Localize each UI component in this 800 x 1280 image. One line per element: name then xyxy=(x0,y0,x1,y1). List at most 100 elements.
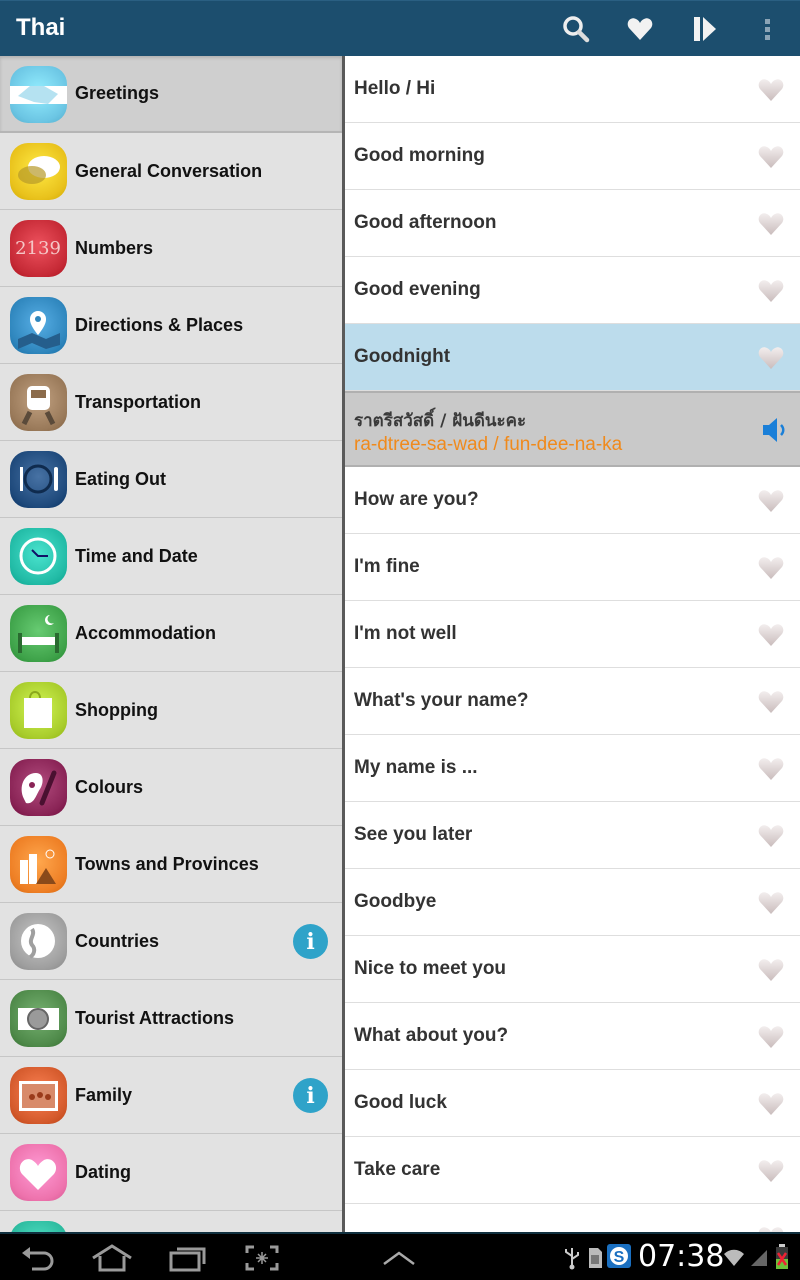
train-icon xyxy=(10,374,67,431)
s-app-icon: S xyxy=(607,1244,631,1273)
category-item[interactable]: Transportation xyxy=(0,364,342,441)
category-item[interactable]: Tourist Attractions xyxy=(0,980,342,1057)
info-icon[interactable]: i xyxy=(293,924,328,959)
sd-card-icon xyxy=(587,1246,603,1275)
phrase-item[interactable]: Good afternoon xyxy=(345,190,800,257)
category-item[interactable] xyxy=(0,1211,342,1232)
phrase-item[interactable]: See you later xyxy=(345,802,800,869)
category-item[interactable]: Accommodation xyxy=(0,595,342,672)
phrase-label: Take care xyxy=(354,1159,441,1180)
screenshot-icon[interactable] xyxy=(238,1242,286,1274)
category-label: Directions & Places xyxy=(75,314,244,335)
play-icon[interactable] xyxy=(687,11,723,47)
category-item[interactable]: Shopping xyxy=(0,672,342,749)
phrase-label: My name is ... xyxy=(354,757,478,778)
search-icon[interactable] xyxy=(558,11,594,47)
category-label: Dating xyxy=(75,1161,131,1182)
favorite-heart-icon[interactable] xyxy=(758,489,784,513)
favorite-heart-icon[interactable] xyxy=(758,212,784,236)
svg-text:2139: 2139 xyxy=(15,238,61,259)
category-label: Towns and Provinces xyxy=(75,853,259,874)
speech-bubbles-icon xyxy=(10,143,67,200)
category-list[interactable]: Greetings General Conversation 2139 Numbers… xyxy=(0,56,342,1232)
expand-up-icon[interactable] xyxy=(375,1242,423,1274)
phrase-item[interactable]: Goodbye xyxy=(345,869,800,936)
phrase-item[interactable]: I'm fine xyxy=(345,534,800,601)
category-item[interactable]: General Conversation xyxy=(0,133,342,210)
palette-icon xyxy=(10,759,67,816)
phrase-item[interactable]: Hello / Hi xyxy=(345,56,800,123)
favorite-heart-icon[interactable] xyxy=(758,1092,784,1116)
phrase-list[interactable]: Hello / Hi Good morning Good afternoon Good… xyxy=(345,56,800,1232)
phrase-label: What about you? xyxy=(354,1025,509,1046)
category-label: Time and Date xyxy=(75,545,198,566)
phrase-item[interactable]: Good evening xyxy=(345,257,800,324)
phrase-item[interactable]: Good morning xyxy=(345,123,800,190)
phrase-label: Nice to meet you xyxy=(354,958,507,979)
clock-icon xyxy=(10,528,67,585)
phrase-item[interactable]: Good luck xyxy=(345,1070,800,1137)
phrase-label: I'm fine xyxy=(354,556,420,577)
category-item[interactable]: Greetings xyxy=(0,56,342,133)
phrase-item[interactable]: My name is ... xyxy=(345,735,800,802)
favorite-heart-icon[interactable] xyxy=(758,556,784,580)
category-item[interactable]: Countries i xyxy=(0,903,342,980)
category-item[interactable]: Directions & Places xyxy=(0,287,342,364)
favorite-heart-icon[interactable] xyxy=(758,891,784,915)
favorite-heart-icon[interactable] xyxy=(758,690,784,714)
phrase-label: How are you? xyxy=(354,489,479,510)
phrase-item[interactable]: How are you? xyxy=(345,467,800,534)
recent-apps-icon[interactable] xyxy=(164,1242,212,1274)
category-item[interactable]: 2139 Numbers xyxy=(0,210,342,287)
category-item[interactable]: Colours xyxy=(0,749,342,826)
category-label: Tourist Attractions xyxy=(75,1007,235,1028)
favorite-heart-icon[interactable] xyxy=(758,78,784,102)
clock: 07:38 xyxy=(638,1239,725,1274)
category-item[interactable]: Time and Date xyxy=(0,518,342,595)
category-label: Transportation xyxy=(75,391,202,412)
phrase-item[interactable]: What about you? xyxy=(345,1003,800,1070)
phrase-item[interactable]: What's your name? xyxy=(345,668,800,735)
app: Thai Greetings General Conversation 2139 Nu… xyxy=(0,0,800,1280)
favorite-heart-icon[interactable] xyxy=(758,1025,784,1049)
category-item[interactable]: Family i xyxy=(0,1057,342,1134)
favorite-heart-icon[interactable] xyxy=(758,145,784,169)
favorites-heart-icon[interactable] xyxy=(622,11,658,47)
phrase-label: Goodbye xyxy=(354,891,437,912)
thai-translation: ราตรีสวัสดิ์ / ฝันดีนะคะ xyxy=(354,411,527,431)
back-icon[interactable] xyxy=(14,1242,62,1274)
speaker-icon[interactable] xyxy=(760,415,790,445)
signal-icon xyxy=(749,1246,769,1273)
phrase-item[interactable]: Goodnight xyxy=(345,324,800,391)
phrase-item[interactable]: I'm not well xyxy=(345,601,800,668)
usb-icon xyxy=(563,1246,581,1275)
handshake-icon xyxy=(10,66,67,123)
phrase-label: Good luck xyxy=(354,1092,447,1113)
phrase-item[interactable] xyxy=(345,1204,800,1232)
favorite-heart-icon[interactable] xyxy=(758,824,784,848)
phrase-item[interactable]: Nice to meet you xyxy=(345,936,800,1003)
phrase-label: Goodnight xyxy=(354,346,451,367)
favorite-heart-icon[interactable] xyxy=(758,757,784,781)
category-item[interactable]: Eating Out xyxy=(0,441,342,518)
phrase-translation-panel: ราตรีสวัสดิ์ / ฝันดีนะคะ ra-dtree-sa-wad … xyxy=(345,391,800,467)
category-item[interactable]: Dating xyxy=(0,1134,342,1211)
category-label: Numbers xyxy=(75,237,154,258)
info-icon[interactable]: i xyxy=(293,1078,328,1113)
favorite-heart-icon[interactable] xyxy=(758,346,784,370)
overflow-menu-icon[interactable] xyxy=(750,11,786,47)
favorite-heart-icon[interactable] xyxy=(758,958,784,982)
phrase-item[interactable]: Take care xyxy=(345,1137,800,1204)
plate-cutlery-icon xyxy=(10,451,67,508)
svg-text:S: S xyxy=(614,1249,625,1266)
favorite-heart-icon[interactable] xyxy=(758,279,784,303)
bed-icon xyxy=(10,605,67,662)
heart-icon xyxy=(10,1144,67,1201)
action-bar: Thai xyxy=(0,0,800,56)
category-item[interactable]: Towns and Provinces xyxy=(0,826,342,903)
system-nav-bar: S 07:38 xyxy=(0,1232,800,1280)
favorite-heart-icon[interactable] xyxy=(758,1159,784,1183)
home-icon[interactable] xyxy=(88,1242,136,1274)
category-label: Shopping xyxy=(75,699,158,720)
favorite-heart-icon[interactable] xyxy=(758,623,784,647)
